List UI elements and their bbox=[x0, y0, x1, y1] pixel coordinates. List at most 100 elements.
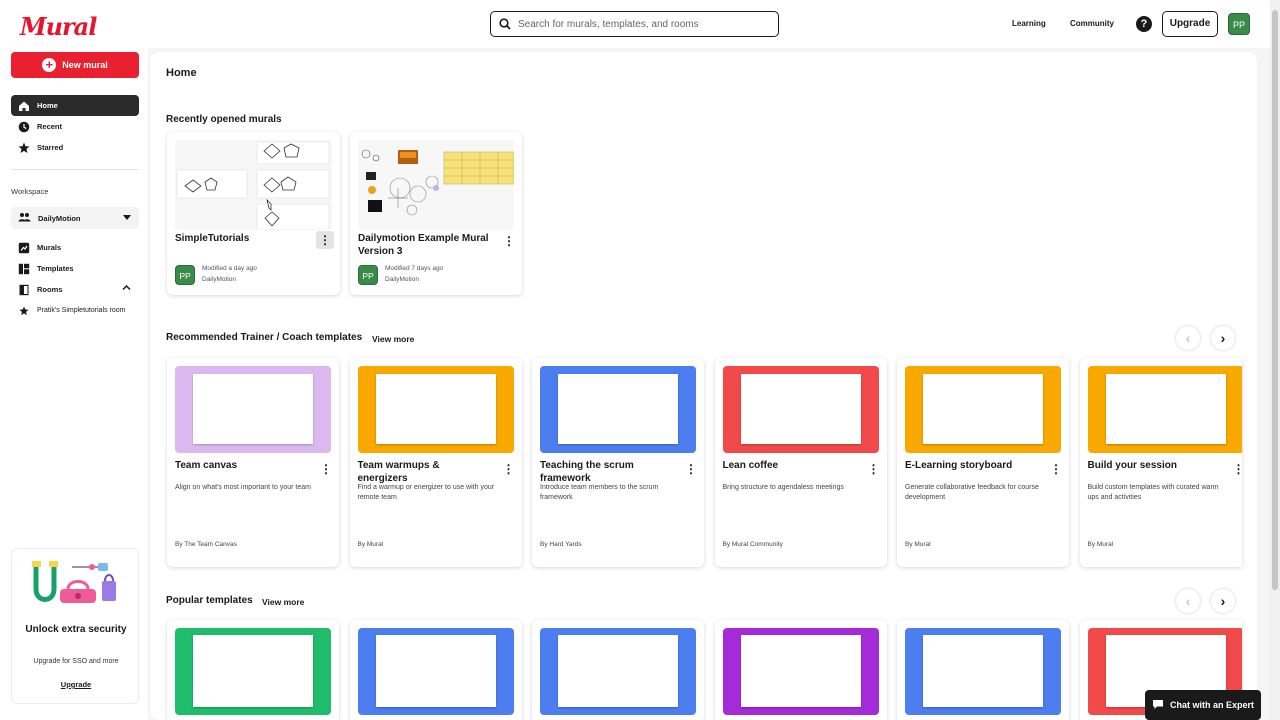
chat-label: Chat with an Expert bbox=[1169, 700, 1254, 710]
more-options-icon[interactable]: ⋮ bbox=[1230, 460, 1243, 478]
template-author: By Mural Community bbox=[722, 541, 783, 548]
template-author: By Mural bbox=[357, 541, 384, 548]
mural-thumbnail bbox=[358, 140, 514, 230]
template-thumbnail bbox=[722, 366, 879, 453]
template-card[interactable] bbox=[532, 620, 704, 720]
mural-thumbnail bbox=[175, 140, 332, 230]
promo-upgrade-link[interactable]: Upgrade bbox=[12, 680, 140, 689]
template-card[interactable]: Lean coffee ⋮ Bring structure to agendal… bbox=[714, 358, 887, 567]
template-card[interactable]: E-Learning storyboard ⋮ Generate collabo… bbox=[897, 358, 1069, 567]
sidebar-item-murals[interactable]: Murals bbox=[11, 237, 139, 258]
star-icon bbox=[17, 141, 30, 154]
recent-section-title: Recently opened murals bbox=[166, 114, 282, 125]
workspace-switcher[interactable]: DailyMotion bbox=[11, 207, 139, 229]
template-title: Build your session bbox=[1087, 460, 1177, 471]
help-icon[interactable]: ? bbox=[1136, 16, 1152, 32]
plus-icon: + bbox=[42, 58, 57, 72]
user-avatar[interactable]: PP bbox=[1228, 13, 1250, 35]
new-mural-label: New mural bbox=[62, 60, 108, 70]
board-preview bbox=[740, 374, 861, 444]
template-author: By Mural bbox=[1087, 541, 1114, 548]
more-options-icon[interactable]: ⋮ bbox=[500, 460, 518, 478]
main-panel: Home Recently opened murals SimpleTutori… bbox=[150, 52, 1257, 720]
mural-workspace: DailyMotion bbox=[385, 276, 419, 283]
modified-date: Modified a day ago bbox=[202, 265, 257, 272]
board-preview bbox=[923, 374, 1043, 444]
more-options-icon[interactable]: ⋮ bbox=[316, 231, 334, 249]
view-more-link[interactable]: View more bbox=[372, 334, 414, 344]
owner-avatar: PP bbox=[358, 265, 378, 285]
template-description: Introduce team members to the scrum fram… bbox=[540, 484, 659, 501]
template-description: Find a warmup or energizer to use with y… bbox=[357, 484, 495, 501]
template-card[interactable] bbox=[714, 620, 887, 720]
more-options-icon[interactable]: ⋮ bbox=[1047, 460, 1065, 478]
top-bar: Mural Learning Community ? Upgrade PP bbox=[0, 0, 1270, 48]
community-link[interactable]: Community bbox=[1070, 19, 1114, 28]
view-more-link[interactable]: View more bbox=[262, 597, 304, 607]
sidebar-item-rooms[interactable]: Rooms bbox=[11, 279, 139, 300]
promo-subtitle: Upgrade for SSO and more bbox=[33, 658, 119, 665]
template-card[interactable] bbox=[167, 620, 339, 720]
sidebar-divider bbox=[11, 169, 139, 170]
upgrade-button[interactable]: Upgrade bbox=[1162, 11, 1218, 37]
search-box[interactable] bbox=[490, 11, 779, 37]
logo-text: Mural bbox=[20, 12, 97, 41]
template-title: Team canvas bbox=[175, 460, 238, 471]
board-preview bbox=[1105, 374, 1226, 444]
sidebar-item-recent[interactable]: Recent bbox=[11, 116, 139, 137]
carousel-next-button[interactable]: › bbox=[1211, 326, 1235, 350]
more-options-icon[interactable]: ⋮ bbox=[682, 460, 700, 478]
template-card[interactable]: Teaching the scrum framework ⋮ Introduce… bbox=[532, 358, 704, 567]
sidebar-item-room[interactable]: Pratik's Simpletutorials room bbox=[11, 300, 139, 321]
chevron-up-icon[interactable] bbox=[122, 284, 131, 293]
page-scrollbar[interactable] bbox=[1270, 0, 1280, 720]
recent-mural-card[interactable]: Dailymotion Example Mural Version 3 ⋮ PP… bbox=[350, 132, 522, 295]
new-mural-button[interactable]: + New mural bbox=[11, 52, 139, 78]
sidebar-item-starred[interactable]: Starred bbox=[11, 137, 139, 158]
search-input[interactable] bbox=[518, 18, 758, 30]
clock-icon bbox=[17, 120, 30, 133]
template-thumbnail bbox=[1087, 366, 1242, 453]
more-options-icon[interactable]: ⋮ bbox=[865, 460, 883, 478]
template-title: Team warmups & energizers bbox=[357, 460, 440, 484]
template-thumbnail bbox=[175, 366, 331, 453]
template-thumbnail bbox=[175, 628, 331, 715]
more-options-icon[interactable]: ⋮ bbox=[317, 460, 335, 478]
carousel-prev-button[interactable]: ‹ bbox=[1176, 326, 1200, 350]
sidebar-item-home[interactable]: Home bbox=[11, 95, 139, 116]
scrollbar-thumb[interactable] bbox=[1272, 10, 1278, 590]
recommended-section-title: Recommended Trainer / Coach templates bbox=[166, 332, 363, 343]
sidebar-item-label: Murals bbox=[37, 243, 62, 252]
template-title: Lean coffee bbox=[722, 460, 779, 471]
template-card[interactable]: Team canvas ⋮ Align on what's most impor… bbox=[167, 358, 339, 567]
mural-title: SimpleTutorials bbox=[175, 233, 250, 244]
template-thumbnail bbox=[357, 628, 514, 715]
carousel-next-button[interactable]: › bbox=[1211, 589, 1235, 613]
recent-mural-card[interactable]: SimpleTutorials ⋮ PP Modified a day ago … bbox=[167, 132, 340, 295]
board-preview bbox=[923, 635, 1043, 707]
sidebar: + New mural Home Recent Starred Workspac… bbox=[0, 48, 148, 720]
board-preview bbox=[375, 635, 496, 707]
board-preview bbox=[193, 374, 313, 444]
workspace-name: DailyMotion bbox=[38, 213, 81, 223]
mural-logo[interactable]: Mural bbox=[20, 12, 97, 42]
template-thumbnail bbox=[905, 366, 1061, 453]
security-illustration bbox=[32, 559, 120, 609]
security-promo-card: Unlock extra security Upgrade for SSO an… bbox=[11, 548, 139, 704]
template-card[interactable] bbox=[349, 620, 522, 720]
more-options-icon[interactable]: ⋮ bbox=[500, 232, 518, 250]
chat-with-expert-button[interactable]: Chat with an Expert bbox=[1145, 690, 1261, 720]
board-preview bbox=[375, 374, 496, 444]
sidebar-item-templates[interactable]: Templates bbox=[11, 258, 139, 279]
caret-down-icon bbox=[123, 215, 131, 220]
learning-link[interactable]: Learning bbox=[1012, 19, 1046, 28]
template-card[interactable]: Team warmups & energizers ⋮ Find a warmu… bbox=[349, 358, 522, 567]
mural-title: Dailymotion Example Mural Version 3 bbox=[358, 233, 489, 257]
template-thumbnail bbox=[905, 628, 1061, 715]
template-card[interactable]: Build your session ⋮ Build custom templa… bbox=[1079, 358, 1243, 567]
carousel-prev-button[interactable]: ‹ bbox=[1176, 589, 1200, 613]
murals-icon bbox=[17, 241, 30, 254]
sidebar-item-label: Home bbox=[37, 101, 58, 110]
template-card[interactable] bbox=[897, 620, 1069, 720]
template-title: Teaching the scrum framework bbox=[540, 460, 634, 484]
